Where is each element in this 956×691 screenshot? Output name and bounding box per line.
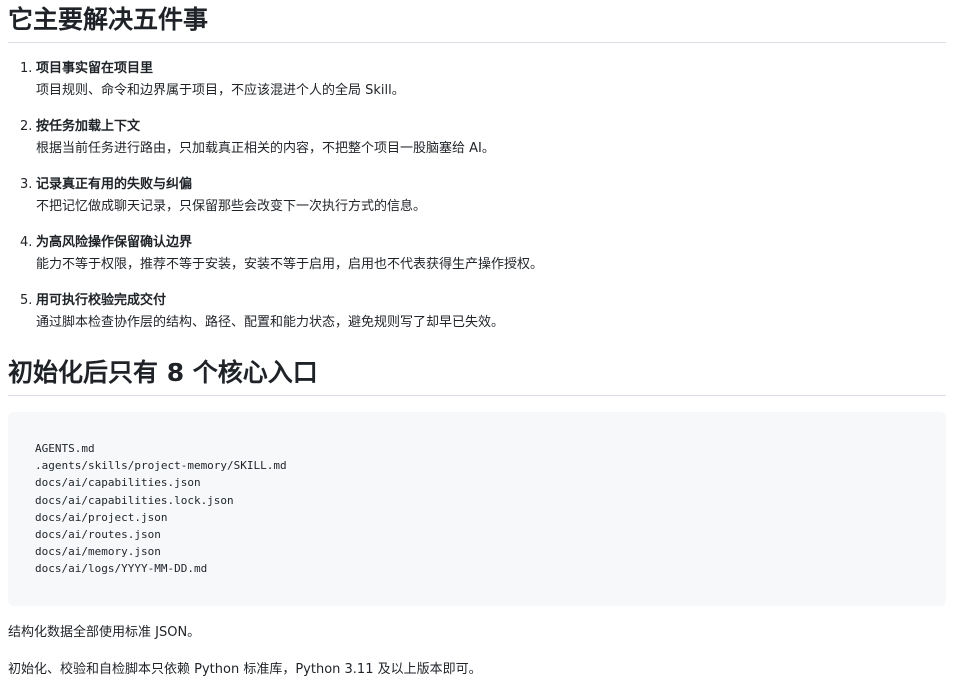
list-item-number: 1. [20,61,33,76]
list-item-description: 根据当前任务进行路由，只加载真正相关的内容，不把整个项目一股脑塞给 AI。 [36,141,495,156]
code-block[interactable]: AGENTS.md .agents/skills/project-memory/S… [8,412,946,606]
list-item-number: 4. [20,235,33,250]
list-item-number: 5. [20,293,33,308]
list-item-title: 项目事实留在项目里 [36,61,154,76]
section-heading-core-entries: 初始化后只有 8 个核心入口 [8,356,946,396]
code-line: docs/ai/memory.json [35,545,161,559]
list-item-title: 用可执行校验完成交付 [36,293,167,308]
section-heading-five-things: 它主要解决五件事 [8,3,946,43]
list-item-title: 按任务加载上下文 [36,119,141,134]
list-item-number: 2. [20,119,33,134]
list-item-description: 不把记忆做成聊天记录，只保留那些会改变下一次执行方式的信息。 [36,199,427,214]
markdown-document: 它主要解决五件事 1. 项目事实留在项目里 项目规则、命令和边界属于项目，不应该… [0,0,956,691]
list-item-description: 通过脚本检查协作层的结构、路径、配置和能力状态，避免规则写了却早已失效。 [36,315,505,330]
code-line: docs/ai/project.json [35,510,168,524]
list-item-description: 能力不等于权限，推荐不等于安装，安装不等于启用，启用也不代表获得生产操作授权。 [36,257,544,272]
paragraph-json-note: 结构化数据全部使用标准 JSON。 [8,625,201,640]
list-item-description: 项目规则、命令和边界属于项目，不应该混进个人的全局 Skill。 [36,83,405,98]
list-item-title: 记录真正有用的失败与纠偏 [36,177,193,192]
code-line: docs/ai/capabilities.lock.json [35,493,234,507]
code-line: docs/ai/logs/YYYY-MM-DD.md [35,562,208,576]
paragraph-python-note: 初始化、校验和自检脚本只依赖 Python 标准库，Python 3.11 及以… [8,662,482,677]
code-line: docs/ai/routes.json [35,528,161,542]
list-item-title: 为高风险操作保留确认边界 [36,235,193,250]
code-line: AGENTS.md [35,442,95,455]
code-line: .agents/skills/project-memory/SKILL.md [35,459,287,473]
code-line: docs/ai/capabilities.json [35,476,201,490]
list-item-number: 3. [20,177,33,192]
